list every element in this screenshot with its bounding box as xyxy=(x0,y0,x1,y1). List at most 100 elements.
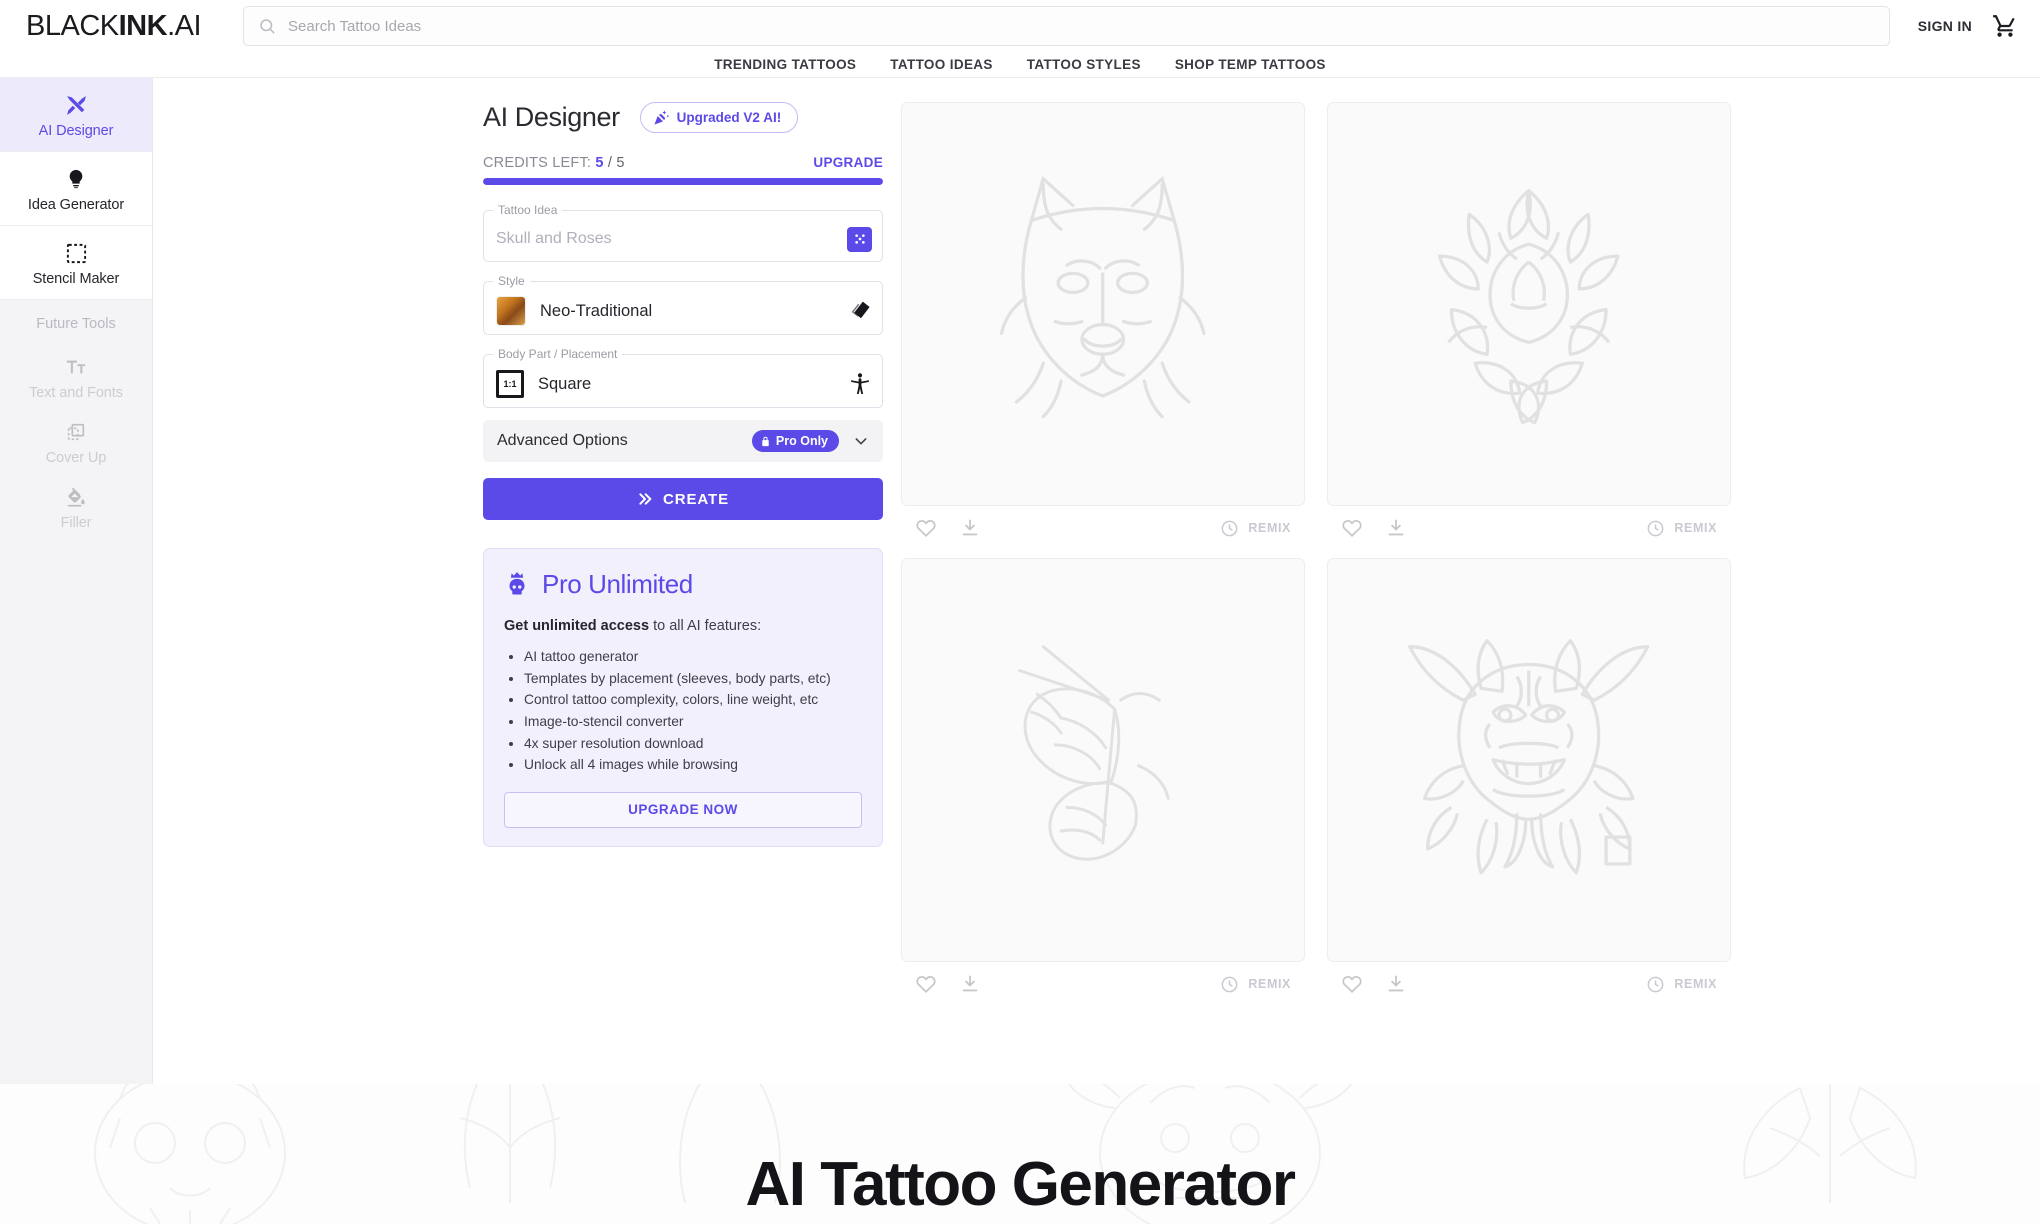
pro-unlimited-title: Pro Unlimited xyxy=(542,569,693,599)
sidebar-item-label: Filler xyxy=(60,515,92,531)
style-thumbnail xyxy=(496,296,526,326)
remix-label: REMIX xyxy=(1248,521,1291,535)
result-tile-butterfly-tattoo: REMIX xyxy=(901,558,1305,1006)
remix-button-butterfly[interactable]: REMIX xyxy=(1220,975,1291,994)
placement-value: Square xyxy=(538,374,592,393)
aspect-ratio-label: 1:1 xyxy=(503,379,517,389)
result-actions-wolf: REMIX xyxy=(901,506,1305,550)
crowned-skull-icon xyxy=(509,571,525,595)
list-item: AI tattoo generator xyxy=(524,648,862,666)
oni-demon-mask-art xyxy=(1408,639,1650,875)
download-icon[interactable] xyxy=(959,517,981,539)
pro-unlimited-subtitle-rest: to all AI features: xyxy=(649,618,762,634)
heart-icon[interactable] xyxy=(1341,973,1363,995)
nav-item-tattoo-ideas[interactable]: TATTOO IDEAS xyxy=(890,57,992,72)
sidebar-item-cover-up: Cover Up xyxy=(0,409,152,474)
upgrade-now-button[interactable]: UPGRADE NOW xyxy=(504,791,862,828)
upgraded-v2-badge[interactable]: Upgraded V2 AI! xyxy=(639,102,799,133)
style-value: Neo-Traditional xyxy=(540,301,653,320)
text-format-icon xyxy=(6,354,146,380)
future-tools-heading: Future Tools xyxy=(0,300,152,344)
pro-unlimited-card: Pro Unlimited Get unlimited access to al… xyxy=(483,548,883,847)
remix-button-wolf[interactable]: REMIX xyxy=(1220,519,1291,538)
style-field[interactable]: Style Neo-Traditional xyxy=(483,274,883,335)
logo-part-black: BLACK xyxy=(26,9,119,42)
aspect-ratio-square-icon: 1:1 xyxy=(496,370,524,398)
create-button-label: CREATE xyxy=(663,490,729,508)
result-image-flower[interactable] xyxy=(1327,102,1731,506)
result-actions-butterfly: REMIX xyxy=(901,962,1305,1006)
pro-only-badge: Pro Only xyxy=(751,430,839,452)
sidebar-item-label: Stencil Maker xyxy=(32,271,120,287)
wolf-head-art xyxy=(1000,176,1206,419)
dice-icon[interactable] xyxy=(847,226,872,252)
primary-nav: TRENDING TATTOOS TATTOO IDEAS TATTOO STY… xyxy=(0,52,2040,78)
result-tile-floral-bouquet-tattoo: REMIX xyxy=(1327,102,1731,550)
heart-icon[interactable] xyxy=(915,517,937,539)
sidebar-item-idea-generator[interactable]: Idea Generator xyxy=(0,152,152,226)
search-input[interactable] xyxy=(288,7,1875,45)
future-tools-section: Future Tools Text and Fonts Cover Up Fil… xyxy=(0,300,152,1084)
chevron-down-icon[interactable] xyxy=(853,433,869,449)
placement-legend: Body Part / Placement xyxy=(498,347,618,361)
credits-total-value: / 5 xyxy=(607,155,625,171)
search-bar[interactable] xyxy=(243,6,1890,46)
double-chevron-right-icon xyxy=(639,493,652,505)
upgraded-v2-badge-label: Upgraded V2 AI! xyxy=(676,110,782,125)
result-tile-wolf-head-tattoo: REMIX xyxy=(901,102,1305,550)
heart-icon[interactable] xyxy=(1341,517,1363,539)
remix-refresh-icon xyxy=(1222,520,1238,536)
sidebar-item-label: AI Designer xyxy=(38,123,114,139)
remix-label: REMIX xyxy=(1248,977,1291,991)
download-icon[interactable] xyxy=(1385,973,1407,995)
placement-field[interactable]: Body Part / Placement 1:1 Square xyxy=(483,347,883,408)
advanced-options-row[interactable]: Advanced Options Pro Only xyxy=(483,420,883,462)
pro-unlimited-feature-list: AI tattoo generator Templates by placeme… xyxy=(524,648,862,774)
nav-item-shop-temp-tattoos[interactable]: SHOP TEMP TATTOOS xyxy=(1175,57,1326,72)
remix-label: REMIX xyxy=(1674,977,1717,991)
dashed-square-icon xyxy=(6,240,146,266)
result-image-butterfly[interactable] xyxy=(901,558,1305,962)
main-content: AI Designer Upgraded V2 AI! CREDITS LEFT… xyxy=(153,78,2040,1084)
heart-icon[interactable] xyxy=(915,973,937,995)
sidebar-item-label: Cover Up xyxy=(45,450,107,466)
remix-refresh-icon xyxy=(1222,976,1238,992)
sidebar-item-ai-designer[interactable]: AI Designer xyxy=(0,78,152,152)
tattoo-idea-input[interactable] xyxy=(496,230,847,248)
credits-left-value: 5 xyxy=(595,155,604,171)
card-deck-icon[interactable] xyxy=(848,299,872,323)
remix-refresh-icon xyxy=(1648,520,1664,536)
advanced-options-label: Advanced Options xyxy=(497,432,628,449)
list-item: Unlock all 4 images while browsing xyxy=(524,756,862,774)
create-button[interactable]: CREATE xyxy=(483,478,883,520)
pro-unlimited-title-row: Pro Unlimited xyxy=(504,569,862,600)
lightbulb-icon xyxy=(6,166,146,192)
list-item: 4x super resolution download xyxy=(524,735,862,753)
shopping-cart-icon[interactable] xyxy=(1992,13,2018,39)
result-image-oni[interactable] xyxy=(1327,558,1731,962)
remix-label: REMIX xyxy=(1674,521,1717,535)
style-legend: Style xyxy=(498,274,525,288)
hero-heading: AI Tattoo Generator xyxy=(745,1150,1296,1219)
download-icon[interactable] xyxy=(959,973,981,995)
credits-progress-bar xyxy=(483,178,883,185)
remix-button-oni[interactable]: REMIX xyxy=(1646,975,1717,994)
upgrade-link[interactable]: UPGRADE xyxy=(813,155,883,170)
tattoo-idea-field[interactable]: Tattoo Idea xyxy=(483,203,883,262)
result-image-wolf[interactable] xyxy=(901,102,1305,506)
sidebar-item-label: Text and Fonts xyxy=(29,385,123,401)
sidebar-item-stencil-maker[interactable]: Stencil Maker xyxy=(0,226,152,300)
nav-item-trending-tattoos[interactable]: TRENDING TATTOOS xyxy=(714,57,856,72)
sign-in-button[interactable]: SIGN IN xyxy=(1918,18,1972,34)
download-icon[interactable] xyxy=(1385,517,1407,539)
remix-button-flower[interactable]: REMIX xyxy=(1646,519,1717,538)
list-item: Control tattoo complexity, colors, line … xyxy=(524,691,862,709)
designer-header: AI Designer Upgraded V2 AI! xyxy=(483,102,883,133)
pro-only-badge-label: Pro Only xyxy=(775,434,828,448)
body-person-icon[interactable] xyxy=(848,372,872,396)
site-logo[interactable]: BLACKINK.AI xyxy=(26,9,202,43)
nav-item-tattoo-styles[interactable]: TATTOO STYLES xyxy=(1027,57,1141,72)
designer-panel: AI Designer Upgraded V2 AI! CREDITS LEFT… xyxy=(483,102,883,1084)
tool-sidebar: AI Designer Idea Generator Stencil Maker… xyxy=(0,78,153,1084)
pro-unlimited-subtitle: Get unlimited access to all AI features: xyxy=(504,618,862,634)
